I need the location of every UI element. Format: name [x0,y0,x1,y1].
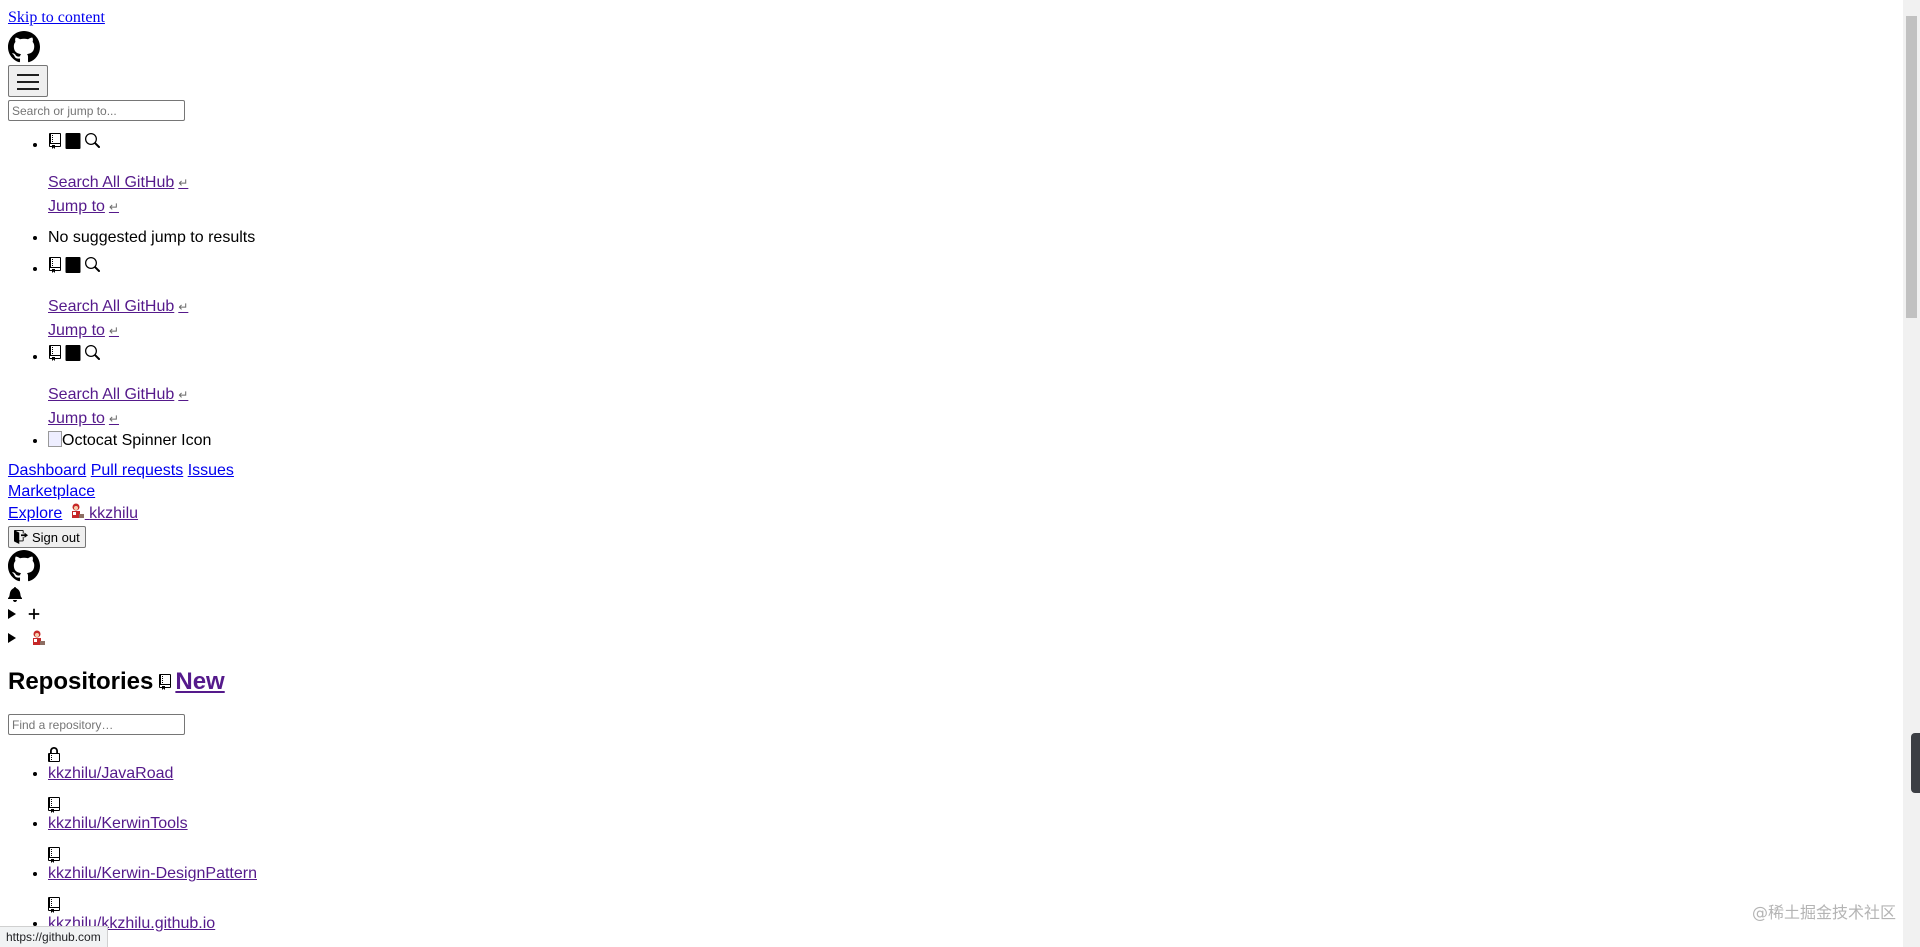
watermark-text: @稀土掘金技术社区 [1751,903,1896,922]
repo-icon [48,847,60,863]
search-all-github-link[interactable]: Search All GitHub↵ [48,171,1900,195]
jump-to-item: Search All GitHub↵ Jump to↵ [48,255,1900,343]
avatar [66,502,85,520]
broken-image-icon [48,431,62,447]
no-results-item: No suggested jump to results [48,229,1900,247]
create-new-dropdown[interactable] [8,602,1900,626]
jump-to-item: Search All GitHub↵ Jump to↵ [48,343,1900,431]
enter-key-icon: ↵ [178,300,189,314]
enter-key-icon: ↵ [108,324,119,338]
repositories-heading: Repositories New [8,668,1900,696]
new-repository-label: New [175,668,225,695]
spinner-item: Octocat Spinner Icon [48,431,1900,450]
scrollbar-thumb[interactable] [1906,16,1917,318]
jump-item-icons [48,131,100,151]
jump-to-results-list: Search All GitHub↵ Jump to↵ No suggested… [8,131,1900,450]
new-repository-link[interactable]: New [159,668,225,696]
disclosure-triangle-icon [8,633,16,643]
github-logo-icon[interactable] [8,550,40,582]
repo-icon [48,897,60,913]
nav-username: kkzhilu [89,505,139,522]
sign-out-label: Sign out [32,529,80,545]
nav-profile-link[interactable]: kkzhilu [66,502,139,522]
enter-key-icon: ↵ [108,200,119,214]
search-input[interactable] [8,100,185,121]
jump-to-link[interactable]: Jump to ↵ [48,195,1900,219]
nav-dashboard-link[interactable]: Dashboard [8,462,86,479]
repo-icon [49,133,61,149]
repository-link[interactable]: kkzhilu/Kerwin-DesignPattern [48,865,257,882]
repo-icon [49,345,61,361]
list-item: kkzhilu/KerwinTools [48,797,1900,834]
search-icon [85,133,100,148]
sign-out-icon [14,530,28,544]
lock-icon [48,747,60,762]
search-icon [85,257,100,272]
list-item: kkzhilu/kkzhilu.github.io [48,897,1900,934]
nav-explore-link[interactable]: Explore [8,505,62,522]
github-logo-icon[interactable] [8,31,40,63]
nav-issues-link[interactable]: Issues [188,462,234,479]
jump-to-item: Search All GitHub↵ Jump to↵ [48,131,1900,219]
project-icon [65,345,81,361]
bell-icon[interactable] [8,586,22,602]
skip-to-content-link[interactable]: Skip to content [8,8,1900,28]
enter-key-icon: ↵ [178,176,189,190]
side-panel-tab[interactable] [1911,733,1920,793]
repository-link[interactable]: kkzhilu/JavaRoad [48,765,173,782]
repo-icon [159,674,172,690]
jump-item-icons [48,255,100,275]
avatar [33,630,45,645]
repositories-title: Repositories [8,668,154,695]
enter-key-icon: ↵ [178,388,189,402]
search-all-github-link[interactable]: Search All GitHub↵ [48,295,1900,319]
find-repository-input[interactable] [8,714,185,735]
status-bar-url: https://github.com [0,926,108,947]
sign-out-button[interactable]: Sign out [8,526,86,548]
jump-item-icons [48,343,100,363]
enter-key-icon: ↵ [108,412,119,426]
project-icon [65,257,81,273]
vertical-scrollbar[interactable] [1903,0,1920,947]
disclosure-triangle-icon [8,609,16,619]
repository-link[interactable]: kkzhilu/KerwinTools [48,815,188,832]
nav-pull-requests-link[interactable]: Pull requests [91,462,184,479]
search-all-github-link[interactable]: Search All GitHub↵ [48,383,1900,407]
project-icon [65,133,81,149]
repository-list: kkzhilu/JavaRoad kkzhilu/KerwinTools kkz… [8,747,1900,934]
nav-marketplace-link[interactable]: Marketplace [8,483,95,500]
jump-to-link[interactable]: Jump to ↵ [48,407,1900,431]
repo-icon [48,797,60,813]
plus-icon [28,608,40,620]
spinner-alt-text: Octocat Spinner Icon [62,432,212,449]
list-item: kkzhilu/JavaRoad [48,747,1900,784]
search-icon [85,345,100,360]
menu-toggle-button[interactable] [8,65,48,97]
list-item: kkzhilu/Kerwin-DesignPattern [48,847,1900,884]
jump-to-link[interactable]: Jump to ↵ [48,319,1900,343]
user-menu-dropdown[interactable] [8,626,1900,650]
mobile-nav: Dashboard Pull requests Issues Marketpla… [8,460,1900,524]
repo-icon [49,257,61,273]
